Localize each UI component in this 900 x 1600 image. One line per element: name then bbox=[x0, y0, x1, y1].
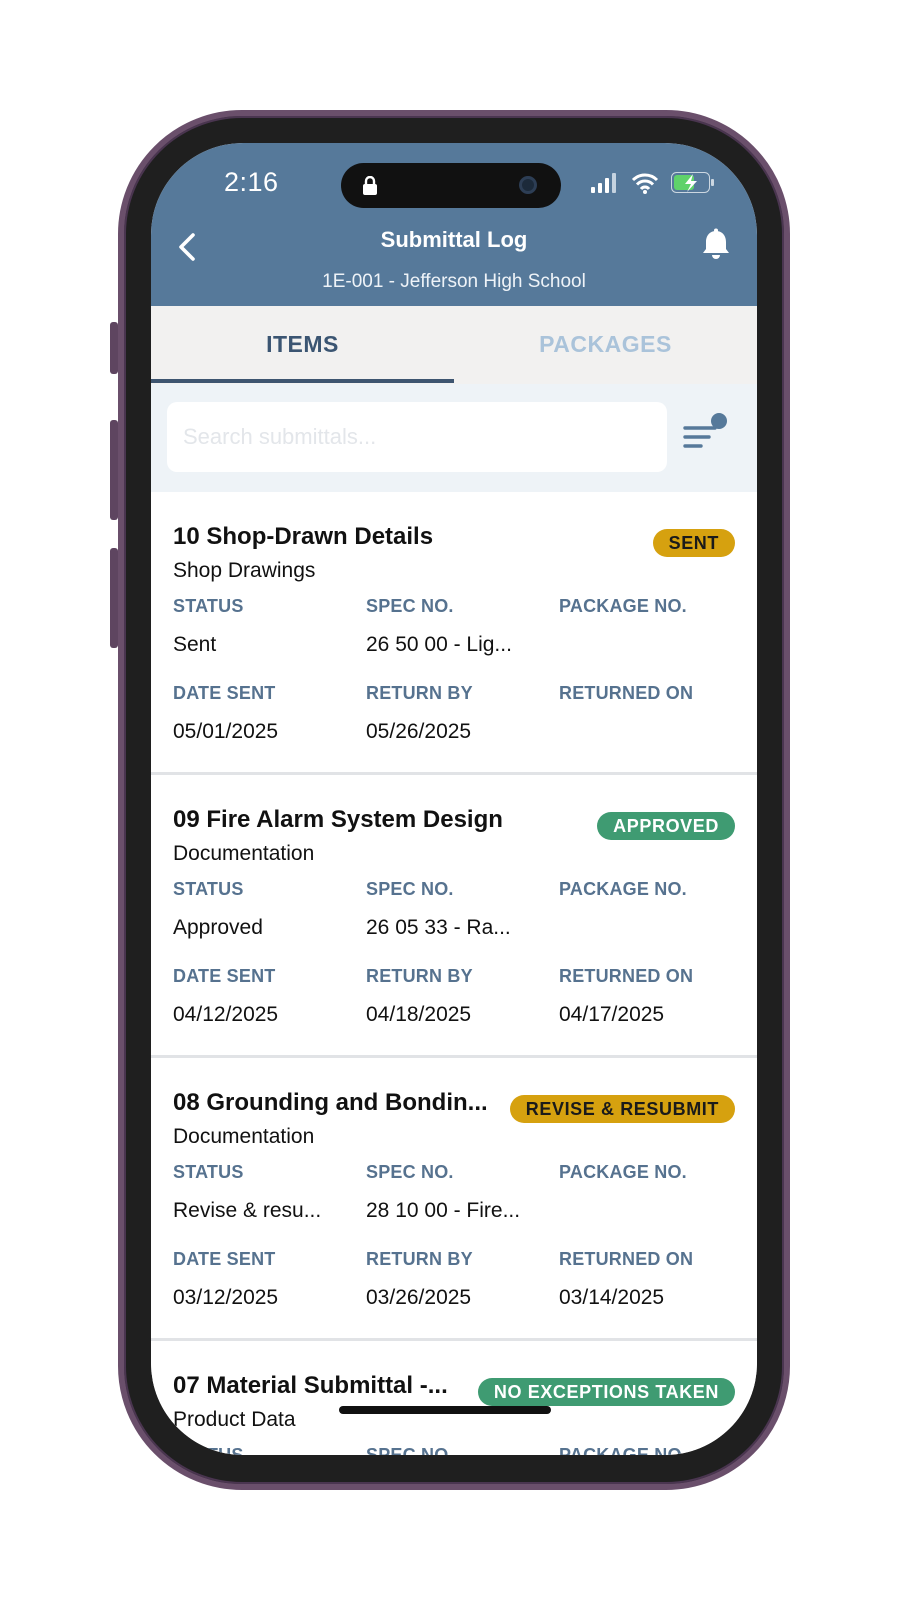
date-sent-label: DATE SENT bbox=[173, 966, 276, 986]
search-input[interactable] bbox=[167, 402, 667, 472]
submittal-card[interactable]: 09 Fire Alarm System Design APPROVED Doc… bbox=[151, 775, 757, 1058]
package-no-label: PACKAGE NO. bbox=[559, 879, 687, 899]
search-bar bbox=[151, 384, 757, 492]
date-sent-value: 03/12/2025 bbox=[173, 1286, 279, 1309]
app-screen: 2:16 Submittal Log 1E-001 - Jefferson Hi… bbox=[151, 143, 757, 1455]
date-sent-value: 05/01/2025 bbox=[173, 720, 279, 743]
bell-icon[interactable] bbox=[699, 227, 733, 263]
lock-icon bbox=[363, 176, 377, 195]
status-label: STATUS bbox=[173, 596, 244, 616]
returned-on-value: 04/17/2025 bbox=[559, 1003, 665, 1026]
spec-no-label: SPEC NO. bbox=[366, 596, 454, 616]
return-by-value: 05/26/2025 bbox=[366, 720, 472, 743]
home-indicator[interactable] bbox=[339, 1406, 551, 1414]
status-value: Revise & resu... bbox=[173, 1199, 322, 1222]
submittal-type: Documentation bbox=[173, 1125, 315, 1148]
return-by-label: RETURN BY bbox=[366, 966, 473, 986]
submittal-title: 07 Material Submittal -... bbox=[173, 1372, 448, 1399]
phone-action-button bbox=[110, 322, 118, 374]
status-value: Approved bbox=[173, 916, 263, 939]
camera-icon bbox=[519, 176, 537, 194]
phone-volume-up-button bbox=[110, 420, 118, 520]
spec-no-label: SPEC NO. bbox=[366, 1162, 454, 1182]
page-subtitle: 1E-001 - Jefferson High School bbox=[322, 271, 586, 292]
return-by-label: RETURN BY bbox=[366, 683, 473, 703]
status-badge: APPROVED bbox=[597, 812, 735, 840]
spec-no-label: SPEC NO. bbox=[366, 1445, 454, 1455]
submittal-title: 08 Grounding and Bondin... bbox=[173, 1089, 488, 1116]
date-sent-label: DATE SENT bbox=[173, 1249, 276, 1269]
date-sent-label: DATE SENT bbox=[173, 683, 276, 703]
submittal-list: 10 Shop-Drawn Details SENT Shop Drawings… bbox=[151, 492, 757, 1455]
spec-no-value: 26 50 00 - Lig... bbox=[366, 633, 512, 656]
wifi-icon bbox=[631, 173, 659, 194]
phone-volume-down-button bbox=[110, 548, 118, 648]
returned-on-label: RETURNED ON bbox=[559, 683, 694, 703]
spec-no-value: 26 05 33 - Ra... bbox=[366, 916, 511, 939]
package-no-label: PACKAGE NO. bbox=[559, 1445, 687, 1455]
package-no-label: PACKAGE NO. bbox=[559, 596, 687, 616]
return-by-label: RETURN BY bbox=[366, 1249, 473, 1269]
active-tab-indicator bbox=[151, 379, 454, 383]
status-time: 2:16 bbox=[224, 167, 279, 197]
submittal-card[interactable]: 07 Material Submittal -... NO EXCEPTIONS… bbox=[151, 1341, 757, 1455]
submittal-title: 10 Shop-Drawn Details bbox=[173, 523, 434, 550]
submittal-type: Documentation bbox=[173, 842, 315, 865]
return-by-value: 04/18/2025 bbox=[366, 1003, 472, 1026]
status-badge: SENT bbox=[652, 529, 735, 557]
returned-on-label: RETURNED ON bbox=[559, 1249, 694, 1269]
dynamic-island bbox=[341, 163, 561, 208]
returned-on-label: RETURNED ON bbox=[559, 966, 694, 986]
battery-charging-icon bbox=[671, 172, 714, 193]
status-badge: REVISE & RESUBMIT bbox=[509, 1095, 735, 1123]
return-by-value: 03/26/2025 bbox=[366, 1286, 472, 1309]
package-no-label: PACKAGE NO. bbox=[559, 1162, 687, 1182]
spec-no-label: SPEC NO. bbox=[366, 879, 454, 899]
signal-icon bbox=[591, 173, 616, 193]
returned-on-value: 03/14/2025 bbox=[559, 1286, 665, 1309]
submittal-type: Shop Drawings bbox=[173, 559, 316, 582]
submittal-card[interactable]: 10 Shop-Drawn Details SENT Shop Drawings… bbox=[151, 492, 757, 775]
app-header: 2:16 Submittal Log 1E-001 - Jefferson Hi… bbox=[151, 143, 757, 306]
submittal-card[interactable]: 08 Grounding and Bondin... REVISE & RESU… bbox=[151, 1058, 757, 1341]
submittal-title: 09 Fire Alarm System Design bbox=[173, 806, 503, 833]
tab-bar: ITEMS PACKAGES bbox=[151, 306, 757, 384]
filter-icon[interactable] bbox=[681, 410, 729, 458]
submittal-type: Product Data bbox=[173, 1408, 296, 1431]
status-badge: NO EXCEPTIONS TAKEN bbox=[477, 1378, 735, 1406]
tab-items[interactable]: ITEMS bbox=[151, 306, 454, 384]
spec-no-value: 28 10 00 - Fire... bbox=[366, 1199, 521, 1222]
tab-packages[interactable]: PACKAGES bbox=[454, 306, 757, 384]
status-label: STATUS bbox=[173, 879, 244, 899]
status-label: STATUS bbox=[173, 1445, 244, 1455]
page-title: Submittal Log bbox=[380, 227, 528, 252]
status-icons bbox=[591, 172, 714, 194]
date-sent-value: 04/12/2025 bbox=[173, 1003, 279, 1026]
status-value: Sent bbox=[173, 633, 217, 656]
status-label: STATUS bbox=[173, 1162, 244, 1182]
